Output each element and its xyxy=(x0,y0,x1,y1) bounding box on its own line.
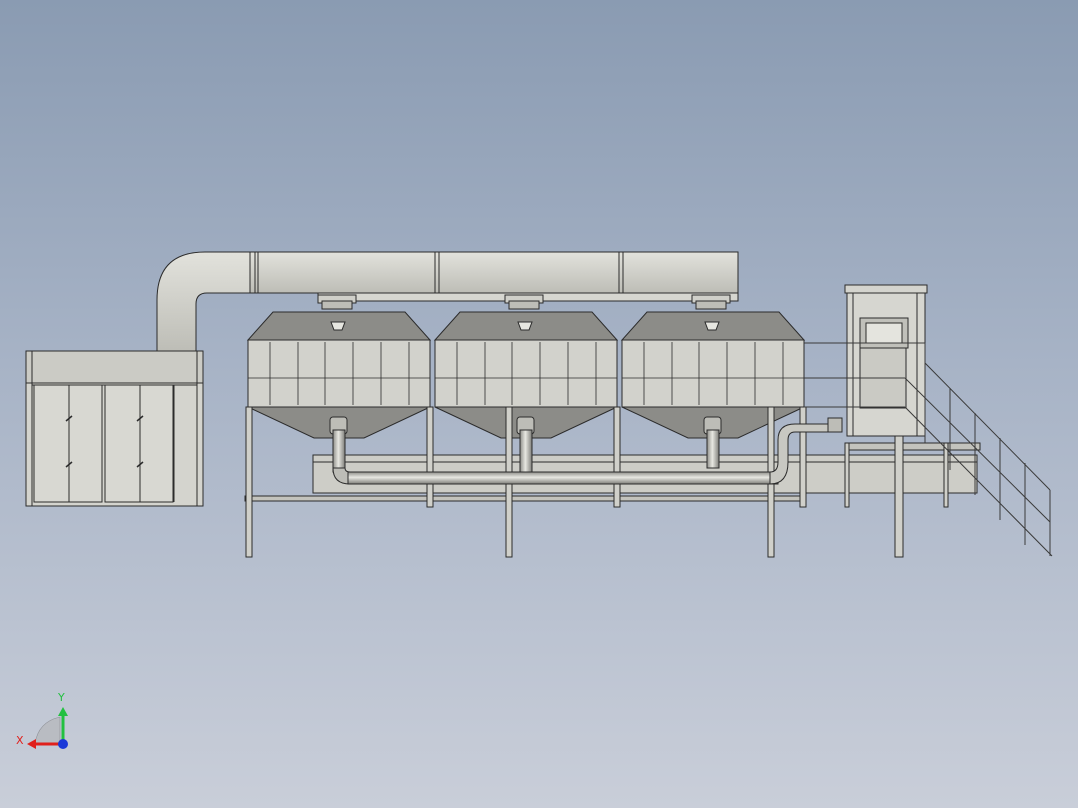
y-axis-label: Y xyxy=(57,691,65,704)
collection-pipework[interactable] xyxy=(332,417,843,485)
x-axis-label: X xyxy=(16,734,24,747)
adsorption-hopper-3[interactable] xyxy=(620,294,806,439)
z-axis-dot-icon xyxy=(58,739,68,749)
catalytic-combustion-unit[interactable] xyxy=(844,284,928,437)
cad-viewport[interactable]: X Y xyxy=(0,0,1078,808)
x-arrowhead-icon xyxy=(27,739,36,749)
equipment-model[interactable]: X Y xyxy=(0,0,1078,808)
left-filter-cabinet[interactable] xyxy=(25,350,204,507)
y-arrowhead-icon xyxy=(58,707,68,716)
axis-triad: X Y xyxy=(16,691,68,749)
adsorption-hopper-1[interactable] xyxy=(246,294,432,439)
adsorption-hopper-2[interactable] xyxy=(433,294,619,439)
